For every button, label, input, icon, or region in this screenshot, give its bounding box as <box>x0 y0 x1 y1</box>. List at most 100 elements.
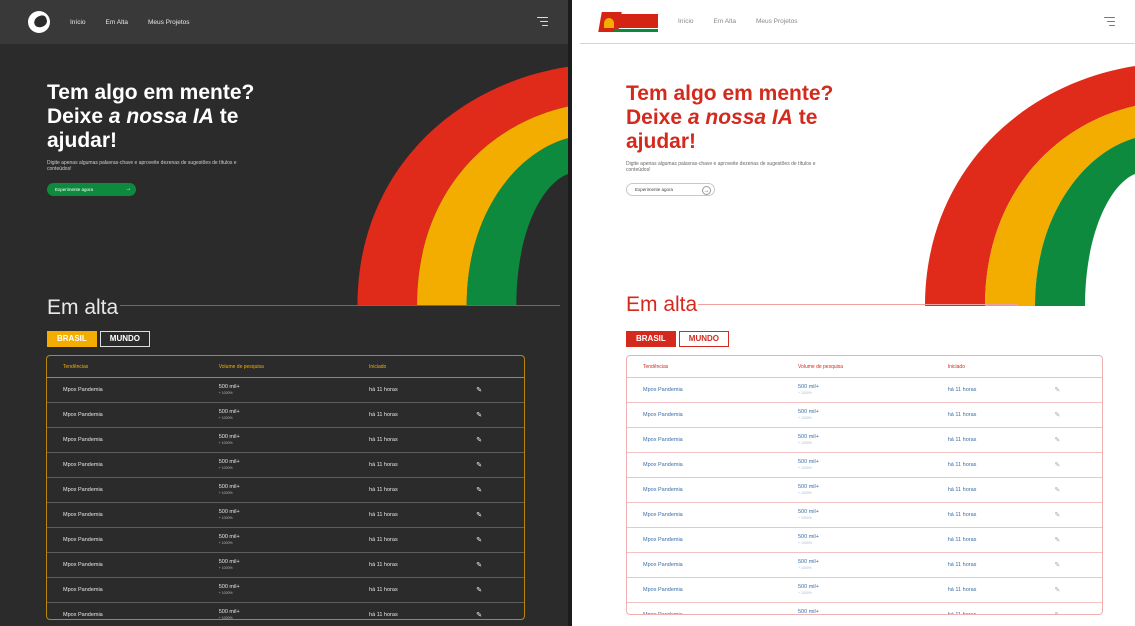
pencil-icon[interactable]: ✎ <box>1055 411 1103 419</box>
hamburger-menu-icon[interactable] <box>1104 17 1115 27</box>
table-row[interactable]: Mpox Pandemia500 mil++ 1000% há 11 horas ✎ <box>47 528 524 553</box>
table-row[interactable]: Mpox Pandemia500 mil++ 1000% há 11 horas ✎ <box>627 378 1102 403</box>
trend-name[interactable]: Mpox Pandemia <box>47 587 219 593</box>
table-row[interactable]: Mpox Pandemia500 mil++ 1000% há 11 horas ✎ <box>627 528 1102 553</box>
table-row[interactable]: Mpox Pandemia500 mil++ 1000% há 11 horas ✎ <box>47 453 524 478</box>
trend-name[interactable]: Mpox Pandemia <box>47 462 219 468</box>
volume-change: + 1000% <box>798 516 812 520</box>
brand-logo[interactable] <box>28 11 50 33</box>
trend-name[interactable]: Mpox Pandemia <box>47 537 219 543</box>
trend-name[interactable]: Mpox Pandemia <box>627 512 798 518</box>
hero-line-3: ajudar! <box>626 130 697 153</box>
table-row[interactable]: Mpox Pandemia500 mil++ 1000% há 11 horas ✎ <box>627 578 1102 603</box>
volume-change: + 1000% <box>218 416 233 420</box>
search-volume: 500 mil++ 1000% <box>219 434 357 446</box>
pencil-icon[interactable]: ✎ <box>1055 511 1103 519</box>
nav-meus-projetos[interactable]: Meus Projetos <box>148 19 190 26</box>
header-volume: Volume de pesquisa <box>218 363 264 370</box>
pencil-icon[interactable]: ✎ <box>476 611 524 619</box>
trend-name[interactable]: Mpox Pandemia <box>627 612 798 614</box>
table-row[interactable]: Mpox Pandemia500 mil++ 1000% há 11 horas ✎ <box>627 428 1102 453</box>
started-time: há 11 horas <box>369 437 398 443</box>
volume-change: + 1000% <box>218 391 233 395</box>
tab-brasil[interactable]: BRASIL <box>47 331 97 347</box>
tab-mundo[interactable]: MUNDO <box>99 331 150 347</box>
table-row[interactable]: Mpox Pandemia500 mil++ 1000% há 11 horas ✎ <box>47 603 524 619</box>
volume-change: + 1000% <box>218 441 233 445</box>
table-row[interactable]: Mpox Pandemia500 mil++ 1000% há 11 horas ✎ <box>627 503 1102 528</box>
pencil-icon[interactable]: ✎ <box>1055 386 1103 394</box>
pencil-icon[interactable]: ✎ <box>1055 586 1103 594</box>
trend-name[interactable]: Mpox Pandemia <box>627 462 798 468</box>
trend-name[interactable]: Mpox Pandemia <box>627 537 798 543</box>
trend-name[interactable]: Mpox Pandemia <box>627 437 798 443</box>
pencil-icon[interactable]: ✎ <box>476 461 524 469</box>
tab-mundo[interactable]: MUNDO <box>678 331 729 347</box>
table-row[interactable]: Mpox Pandemia500 mil++ 1000% há 11 horas ✎ <box>627 478 1102 503</box>
hamburger-menu-icon[interactable] <box>537 17 548 27</box>
volume-change: + 1000% <box>218 516 233 520</box>
pencil-icon[interactable]: ✎ <box>476 486 524 494</box>
pencil-icon[interactable]: ✎ <box>476 511 524 519</box>
pencil-icon[interactable]: ✎ <box>476 411 524 419</box>
started-time: há 11 horas <box>947 562 977 568</box>
pencil-icon[interactable]: ✎ <box>476 436 524 444</box>
nav-em-alta[interactable]: Em Alta <box>106 19 128 26</box>
table-row[interactable]: Mpox Pandemia500 mil++ 1000% há 11 horas ✎ <box>47 403 524 428</box>
nav-em-alta[interactable]: Em Alta <box>714 18 736 25</box>
search-volume: 500 mil++ 1000% <box>219 409 357 421</box>
table-row[interactable]: Mpox Pandemia500 mil++ 1000% há 11 horas ✎ <box>47 553 524 578</box>
table-body: Mpox Pandemia 500 mil+ + 1000% há 11 horas ✎… <box>627 378 1103 614</box>
nav-inicio[interactable]: Início <box>70 19 86 26</box>
pencil-icon[interactable]: ✎ <box>476 536 524 544</box>
pencil-icon[interactable]: ✎ <box>476 386 524 394</box>
started-time: há 11 horas <box>947 412 977 418</box>
table-row[interactable]: Mpox Pandemia500 mil++ 1000% há 11 horas ✎ <box>47 503 524 528</box>
nav-inicio[interactable]: Início <box>678 18 694 25</box>
try-now-button[interactable]: Experimente agora → <box>47 183 136 196</box>
pencil-icon[interactable]: ✎ <box>1055 436 1103 444</box>
trend-name[interactable]: Mpox Pandemia <box>47 612 219 618</box>
volume-change: + 1000% <box>798 391 812 395</box>
table-row[interactable]: Mpox Pandemia500 mil++ 1000% há 11 horas ✎ <box>47 478 524 503</box>
table-row[interactable]: Mpox Pandemia500 mil++ 1000% há 11 horas ✎ <box>627 553 1102 578</box>
brand-logo[interactable] <box>598 10 658 34</box>
pencil-icon[interactable]: ✎ <box>476 586 524 594</box>
trend-name[interactable]: Mpox Pandemia <box>627 487 798 493</box>
section-divider <box>698 304 1018 305</box>
pencil-icon[interactable]: ✎ <box>1055 611 1103 614</box>
top-navbar: Início Em Alta Meus Projetos <box>0 0 568 44</box>
tab-brasil[interactable]: BRASIL <box>626 331 676 347</box>
table-row[interactable]: Mpox Pandemia500 mil++ 1000% há 11 horas ✎ <box>47 378 524 403</box>
table-row[interactable]: Mpox Pandemia500 mil++ 1000% há 11 horas ✎ <box>47 428 524 453</box>
trend-name[interactable]: Mpox Pandemia <box>47 412 219 418</box>
table-row[interactable]: Mpox Pandemia500 mil++ 1000% há 11 horas ✎ <box>627 403 1102 428</box>
trend-name[interactable]: Mpox Pandemia <box>627 562 798 568</box>
nav-meus-projetos[interactable]: Meus Projetos <box>756 18 798 25</box>
trend-name[interactable]: Mpox Pandemia <box>47 437 219 443</box>
trend-name[interactable]: Mpox Pandemia <box>627 587 798 593</box>
search-volume: 500 mil++ 1000% <box>798 484 936 496</box>
pencil-icon[interactable]: ✎ <box>476 561 524 569</box>
trend-name[interactable]: Mpox Pandemia <box>47 562 219 568</box>
trend-name[interactable]: Mpox Pandemia <box>47 487 219 493</box>
search-volume: 500 mil++ 1000% <box>219 559 357 571</box>
started-time: há 11 horas <box>947 462 977 468</box>
pencil-icon[interactable]: ✎ <box>1055 486 1103 494</box>
started-time: há 11 horas <box>369 387 398 393</box>
table-row[interactable]: Mpox Pandemia500 mil++ 1000% há 11 horas ✎ <box>627 603 1103 614</box>
hero-line-1: Tem algo em mente? <box>626 82 834 105</box>
table-row[interactable]: Mpox Pandemia500 mil++ 1000% há 11 horas ✎ <box>627 453 1102 478</box>
hero-title: Tem algo em mente? Deixe a nossa IA te a… <box>626 82 866 154</box>
trend-name[interactable]: Mpox Pandemia <box>47 387 219 393</box>
started-time: há 11 horas <box>369 562 398 568</box>
trend-name[interactable]: Mpox Pandemia <box>627 412 798 418</box>
trend-name[interactable]: Mpox Pandemia <box>47 512 219 518</box>
trend-name[interactable]: Mpox Pandemia <box>627 387 798 393</box>
try-now-button[interactable]: Experimente agora → <box>626 183 715 196</box>
search-volume: 500 mil++ 1000% <box>219 609 357 619</box>
pencil-icon[interactable]: ✎ <box>1055 561 1103 569</box>
pencil-icon[interactable]: ✎ <box>1055 536 1103 544</box>
table-row[interactable]: Mpox Pandemia500 mil++ 1000% há 11 horas ✎ <box>47 578 524 603</box>
pencil-icon[interactable]: ✎ <box>1055 461 1103 469</box>
